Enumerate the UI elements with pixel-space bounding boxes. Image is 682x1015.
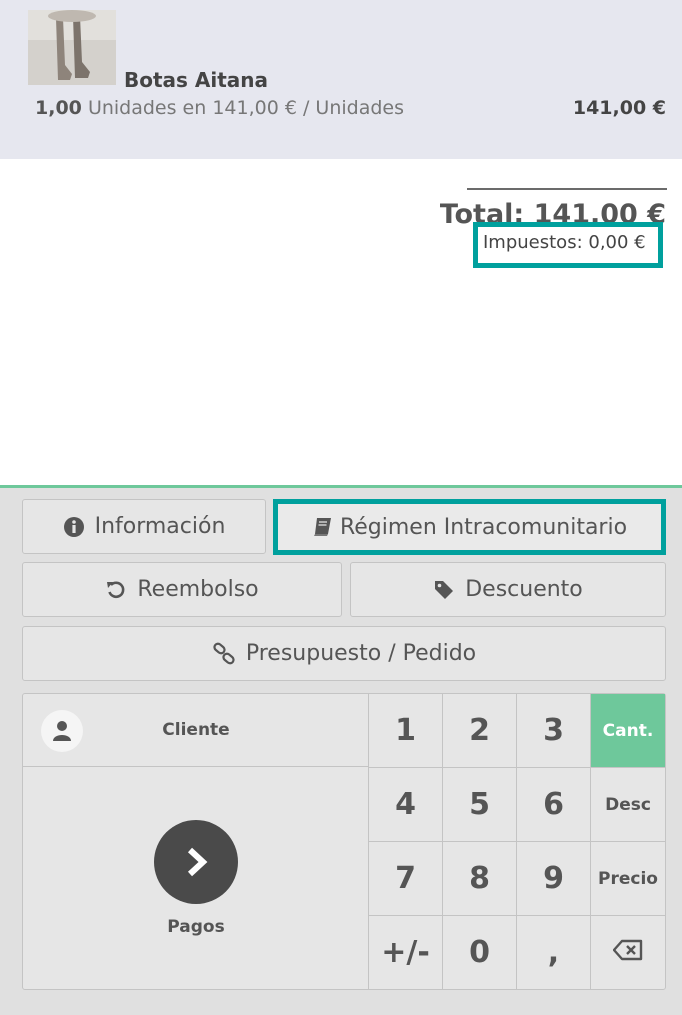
info-button[interactable]: Información: [22, 499, 266, 554]
taxes-highlight: Impuestos: 0,00 €: [473, 222, 663, 268]
book-icon: [312, 516, 334, 538]
fiscal-position-label: Régimen Intracomunitario: [339, 514, 628, 540]
mode-discount-button[interactable]: Desc: [591, 768, 665, 842]
numpad-key-1[interactable]: 1: [369, 694, 443, 768]
tag-icon: [433, 579, 455, 601]
backspace-icon: [612, 939, 643, 966]
numpad-key-8[interactable]: 8: [443, 842, 517, 916]
customer-label: Cliente: [162, 720, 230, 740]
numpad-key-2[interactable]: 2: [443, 694, 517, 768]
link-icon: [212, 642, 236, 666]
order-line[interactable]: Botas Aitana 1,00 Unidades en 141,00 € /…: [0, 0, 682, 159]
summary-divider: [467, 188, 667, 190]
discount-button[interactable]: Descuento: [350, 562, 666, 617]
refund-button[interactable]: Reembolso: [22, 562, 342, 617]
discount-label: Descuento: [465, 577, 583, 602]
backspace-button[interactable]: [591, 916, 665, 989]
numpad-key-6[interactable]: 6: [517, 768, 591, 842]
info-circle-icon: [63, 516, 85, 538]
customer-button[interactable]: Cliente: [23, 694, 369, 767]
quotation-order-button[interactable]: Presupuesto / Pedido: [22, 626, 666, 681]
chevron-right-icon: [154, 820, 238, 904]
numpad-key-decimal[interactable]: ,: [517, 916, 591, 989]
numpad-key-sign[interactable]: +/-: [369, 916, 443, 989]
product-name: Botas Aitana: [124, 68, 269, 92]
refund-label: Reembolso: [137, 577, 259, 602]
numpad-key-4[interactable]: 4: [369, 768, 443, 842]
payment-label: Pagos: [167, 917, 225, 937]
undo-icon: [105, 579, 127, 601]
order-total: Total: 141,00 €: [439, 199, 666, 224]
line-unit-detail: Unidades en 141,00 € / Unidades: [87, 97, 404, 119]
numpad-key-7[interactable]: 7: [369, 842, 443, 916]
quotation-order-label: Presupuesto / Pedido: [245, 641, 477, 666]
numpad-key-0[interactable]: 0: [443, 916, 517, 989]
numpad-key-9[interactable]: 9: [517, 842, 591, 916]
mode-quantity-button[interactable]: Cant.: [591, 694, 665, 768]
product-image: [28, 10, 116, 85]
numpad-key-5[interactable]: 5: [443, 768, 517, 842]
fiscal-position-button[interactable]: Régimen Intracomunitario: [273, 499, 666, 555]
order-taxes: Impuestos: 0,00 €: [483, 232, 646, 253]
line-quantity: 1,00: [35, 97, 82, 119]
line-price: 141,00 €: [572, 97, 666, 119]
mode-price-button[interactable]: Precio: [591, 842, 665, 916]
numpad-panel: Cliente Pagos 1 2 3 Cant. 4 5 6 Desc 7 8…: [22, 693, 666, 990]
numpad-key-3[interactable]: 3: [517, 694, 591, 768]
info-label: Información: [94, 514, 226, 539]
line-quantity-info: 1,00 Unidades en 141,00 € / Unidades: [35, 97, 404, 119]
payment-button[interactable]: Pagos: [23, 767, 369, 989]
